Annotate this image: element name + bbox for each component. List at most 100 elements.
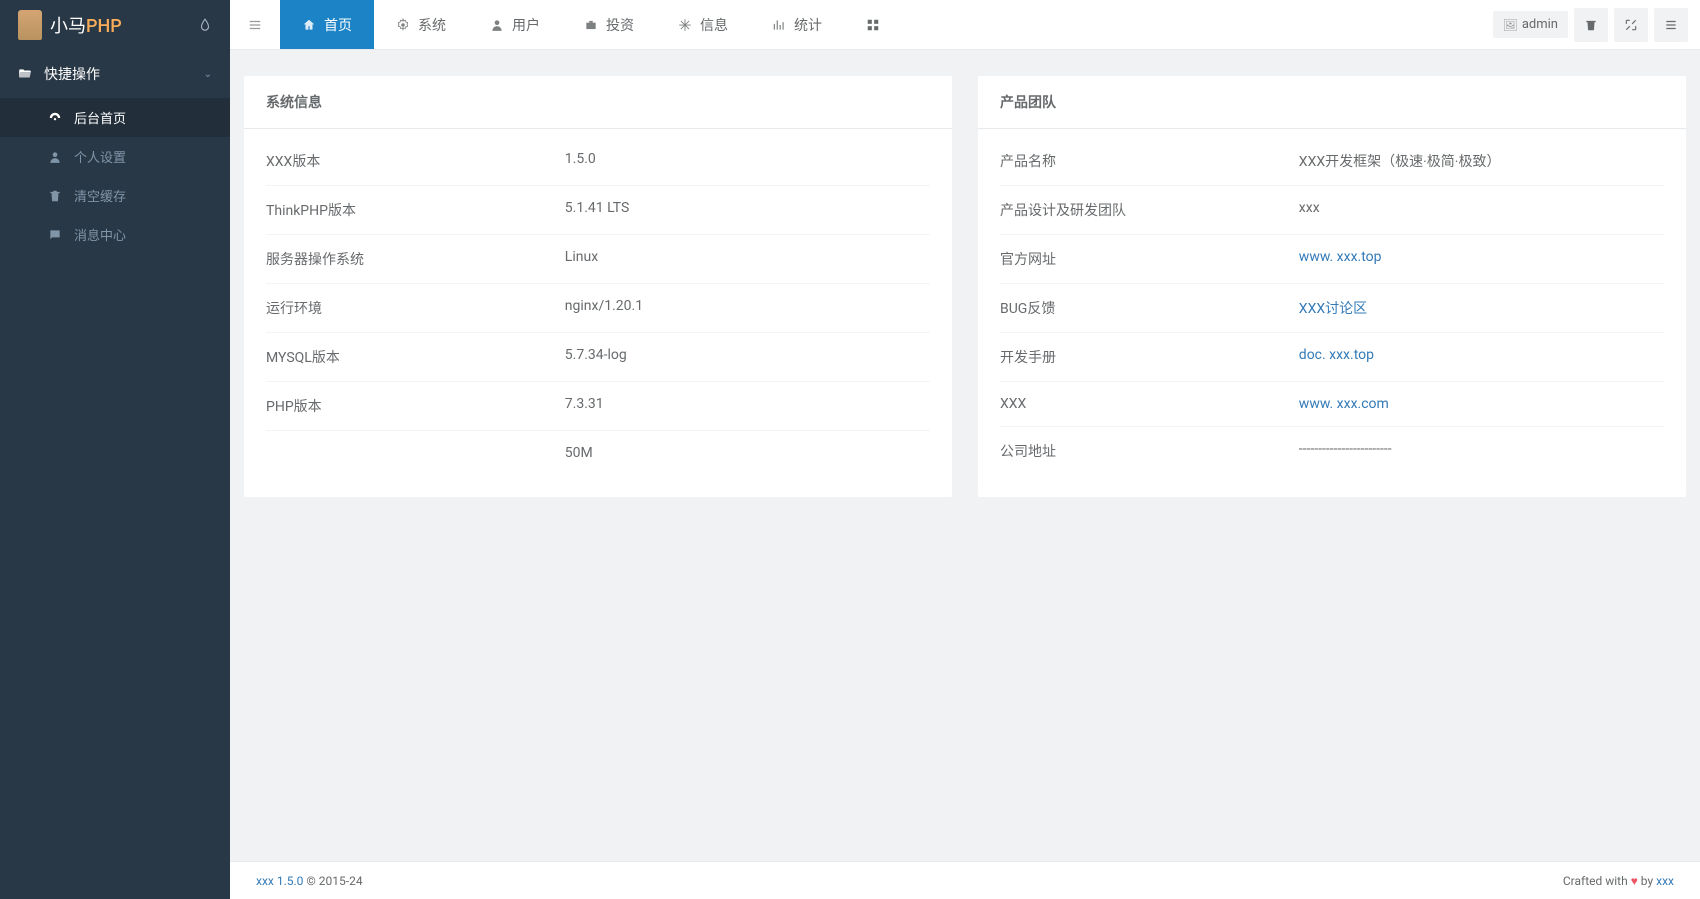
- info-row: 运行环境nginx/1.20.1: [266, 284, 930, 333]
- footer-author-link[interactable]: xxx: [1656, 874, 1674, 888]
- topnav-item-invest[interactable]: 投资: [562, 0, 656, 49]
- info-label: 运行环境: [266, 298, 565, 318]
- info-label: ThinkPHP版本: [266, 200, 565, 220]
- grid-icon: [866, 17, 880, 33]
- info-row: 官方网址www. xxx.top: [1000, 235, 1664, 284]
- panel-system-info: 系统信息 XXX版本1.5.0ThinkPHP版本5.1.41 LTS服务器操作…: [244, 76, 952, 497]
- footer-left: xxx 1.5.0 © 2015-24: [256, 874, 363, 888]
- logo-icon: [18, 10, 42, 40]
- info-value: 50M: [565, 445, 593, 461]
- info-value: 5.1.41 LTS: [565, 200, 630, 220]
- info-label: 产品名称: [1000, 151, 1299, 171]
- sidebar-item-label: 个人设置: [74, 147, 126, 166]
- info-row: BUG反馈XXX讨论区: [1000, 284, 1664, 333]
- info-value-link[interactable]: doc. xxx.top: [1299, 347, 1374, 367]
- sidebar-item-home[interactable]: 后台首页: [0, 98, 230, 137]
- topnav-item-label: 信息: [700, 15, 728, 35]
- sidebar-logo: 小马PHP: [0, 0, 230, 50]
- menu-button[interactable]: [1654, 8, 1688, 42]
- user-icon: [48, 149, 62, 164]
- briefcase-icon: [584, 17, 598, 32]
- topnav: 首页 系统 用户 投资 信息: [230, 0, 1700, 50]
- info-row: PHP版本7.3.31: [266, 382, 930, 431]
- list-icon: [1664, 17, 1678, 32]
- info-label: 公司地址: [1000, 441, 1299, 461]
- sidebar-item-clear-cache[interactable]: 清空缓存: [0, 176, 230, 215]
- sidebar-item-label: 消息中心: [74, 225, 126, 244]
- fullscreen-button[interactable]: [1614, 8, 1648, 42]
- info-row: XXX版本1.5.0: [266, 137, 930, 186]
- brand-text: 小马PHP: [18, 10, 122, 40]
- info-row: 50M: [266, 431, 930, 475]
- info-label: 产品设计及研发团队: [1000, 200, 1299, 220]
- sidebar-item-label: 清空缓存: [74, 186, 126, 205]
- info-label: XXX版本: [266, 151, 565, 171]
- trash-icon: [1584, 17, 1598, 32]
- info-label: MYSQL版本: [266, 347, 565, 367]
- trash-button[interactable]: [1574, 8, 1608, 42]
- user-icon: [490, 17, 504, 32]
- sidebar-item-messages[interactable]: 消息中心: [0, 215, 230, 254]
- info-row: 服务器操作系统Linux: [266, 235, 930, 284]
- topnav-item-system[interactable]: 系统: [374, 0, 468, 49]
- sidebar: 小马PHP 快捷操作 ⌄ 后台首页 个人设置: [0, 0, 230, 899]
- info-row: 公司地址------------------------: [1000, 427, 1664, 475]
- topnav-item-label: 用户: [512, 15, 540, 35]
- drop-icon[interactable]: [198, 17, 212, 33]
- sidebar-item-profile[interactable]: 个人设置: [0, 137, 230, 176]
- expand-icon: [1624, 17, 1638, 32]
- info-row: ThinkPHP版本5.1.41 LTS: [266, 186, 930, 235]
- info-row: XXXwww. xxx.com: [1000, 382, 1664, 427]
- info-label: BUG反馈: [1000, 298, 1299, 318]
- topnav-apps-button[interactable]: [844, 0, 902, 49]
- info-label: PHP版本: [266, 396, 565, 416]
- topnav-item-stats[interactable]: 统计: [750, 0, 844, 49]
- user-badge[interactable]: admin: [1493, 11, 1568, 38]
- hamburger-toggle[interactable]: [230, 0, 280, 49]
- info-value: xxx: [1299, 200, 1320, 220]
- topnav-item-user[interactable]: 用户: [468, 0, 562, 49]
- footer-copyright: © 2015-24: [303, 874, 362, 888]
- info-value-link[interactable]: XXX讨论区: [1299, 298, 1367, 318]
- sidebar-item-label: 后台首页: [74, 108, 126, 127]
- topnav-item-label: 首页: [324, 15, 352, 35]
- main: 首页 系统 用户 投资 信息: [230, 0, 1700, 899]
- info-row: 产品设计及研发团队xxx: [1000, 186, 1664, 235]
- topnav-right: admin: [1493, 0, 1700, 49]
- info-value: ------------------------: [1299, 441, 1392, 461]
- home-icon: [302, 17, 316, 32]
- comment-icon: [48, 227, 62, 242]
- panel-title: 系统信息: [244, 76, 952, 129]
- info-value-link[interactable]: www. xxx.com: [1299, 396, 1389, 412]
- footer: xxx 1.5.0 © 2015-24 Crafted with ♥ by xx…: [230, 861, 1700, 899]
- panel-title: 产品团队: [978, 76, 1686, 129]
- gear-icon: [396, 17, 410, 32]
- info-label: 服务器操作系统: [266, 249, 565, 269]
- panel-body: XXX版本1.5.0ThinkPHP版本5.1.41 LTS服务器操作系统Lin…: [244, 129, 952, 497]
- info-row: 开发手册doc. xxx.top: [1000, 333, 1664, 382]
- topnav-left: 首页 系统 用户 投资 信息: [230, 0, 902, 49]
- chevron-down-icon: ⌄: [204, 69, 212, 80]
- nav-group-title[interactable]: 快捷操作 ⌄: [0, 50, 230, 98]
- footer-version-link[interactable]: xxx 1.5.0: [256, 874, 303, 888]
- topnav-item-info[interactable]: 信息: [656, 0, 750, 49]
- footer-right: Crafted with ♥ by xxx: [1563, 874, 1674, 888]
- nav-group-label: 快捷操作: [44, 64, 100, 84]
- nav-group-quick: 快捷操作 ⌄ 后台首页 个人设置 清空缓存 消息中心: [0, 50, 230, 254]
- user-name: admin: [1522, 17, 1558, 32]
- chart-icon: [772, 17, 786, 32]
- topnav-item-label: 系统: [418, 15, 446, 35]
- panel-body: 产品名称XXX开发框架（极速·极简·极致）产品设计及研发团队xxx官方网址www…: [978, 129, 1686, 497]
- heart-icon: ♥: [1631, 874, 1638, 888]
- info-value: XXX开发框架（极速·极简·极致）: [1299, 151, 1501, 171]
- topnav-item-home[interactable]: 首页: [280, 0, 374, 49]
- info-value: 1.5.0: [565, 151, 596, 171]
- info-row: MYSQL版本5.7.34-log: [266, 333, 930, 382]
- footer-text: by: [1638, 874, 1656, 888]
- info-value-link[interactable]: www. xxx.top: [1299, 249, 1382, 269]
- info-value: 5.7.34-log: [565, 347, 627, 367]
- info-value: 7.3.31: [565, 396, 604, 416]
- info-label: XXX: [1000, 396, 1299, 412]
- info-value: Linux: [565, 249, 598, 269]
- topnav-item-label: 统计: [794, 15, 822, 35]
